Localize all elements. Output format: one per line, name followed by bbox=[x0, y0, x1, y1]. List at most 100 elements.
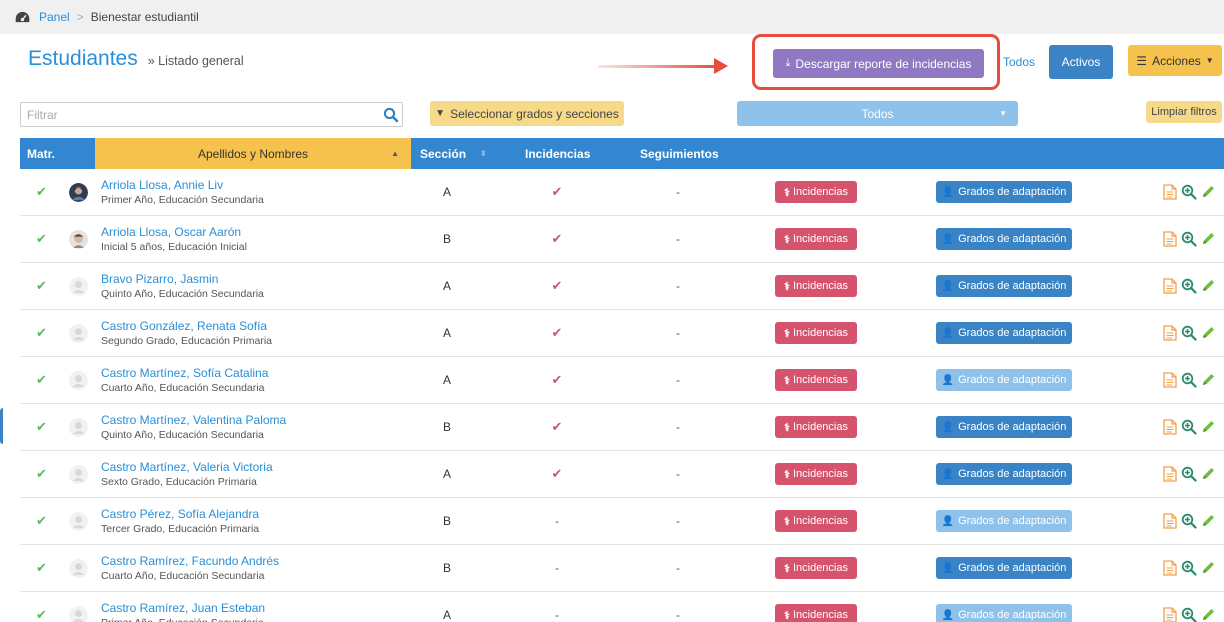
avatar bbox=[69, 357, 88, 403]
document-icon[interactable] bbox=[1162, 184, 1178, 200]
student-cell: Arriola Llosa, Oscar Aarón Inicial 5 años… bbox=[101, 216, 247, 262]
zoom-in-icon[interactable] bbox=[1181, 560, 1197, 576]
zoom-in-icon[interactable] bbox=[1181, 325, 1197, 341]
grados-adaptacion-button[interactable]: 👤 Grados de adaptación bbox=[936, 228, 1072, 250]
grados-adaptacion-button[interactable]: 👤 Grados de adaptación bbox=[936, 463, 1072, 485]
incidencias-button-label: Incidencias bbox=[792, 186, 848, 198]
zoom-in-icon[interactable] bbox=[1181, 372, 1197, 388]
column-header-seguimientos[interactable]: Seguimientos bbox=[640, 138, 740, 169]
grados-adaptacion-button[interactable]: 👤 Grados de adaptación bbox=[936, 510, 1072, 532]
incidencias-button[interactable]: ⚕ Incidencias bbox=[775, 557, 857, 579]
search-icon[interactable] bbox=[383, 107, 399, 123]
student-name-link[interactable]: Castro Ramírez, Facundo Andrés bbox=[101, 553, 279, 569]
activos-button[interactable]: Activos bbox=[1049, 45, 1113, 79]
incidencias-button[interactable]: ⚕ Incidencias bbox=[775, 275, 857, 297]
incidencias-check-icon: ✔ bbox=[551, 419, 563, 434]
student-name-link[interactable]: Castro González, Renata Sofía bbox=[101, 318, 267, 334]
zoom-in-icon[interactable] bbox=[1181, 231, 1197, 247]
download-report-button[interactable]: ⤓ Descargar reporte de incidencias bbox=[773, 49, 984, 78]
incidencias-button[interactable]: ⚕ Incidencias bbox=[775, 463, 857, 485]
pencil-icon[interactable] bbox=[1200, 184, 1216, 200]
column-header-nombre[interactable]: Apellidos y Nombres ▲ bbox=[95, 138, 411, 169]
pencil-icon[interactable] bbox=[1200, 325, 1216, 341]
grados-adaptacion-button[interactable]: 👤 Grados de adaptación bbox=[936, 181, 1072, 203]
document-icon[interactable] bbox=[1162, 560, 1178, 576]
student-name-link[interactable]: Castro Martínez, Sofía Catalina bbox=[101, 365, 268, 381]
search-field bbox=[20, 102, 403, 127]
incidencias-check-icon: ✔ bbox=[551, 184, 563, 199]
table-header: Matr. Apellidos y Nombres ▲ Sección ⬍ In… bbox=[20, 138, 1224, 169]
zoom-in-icon[interactable] bbox=[1181, 607, 1197, 622]
grados-adaptacion-button[interactable]: 👤 Grados de adaptación bbox=[936, 557, 1072, 579]
acciones-dropdown-button[interactable]: ☰ Acciones ▼ bbox=[1128, 45, 1222, 76]
column-header-seccion[interactable]: Sección ⬍ bbox=[420, 138, 490, 169]
student-name-link[interactable]: Arriola Llosa, Annie Liv bbox=[101, 177, 223, 193]
incidencias-check-icon: ✔ bbox=[551, 278, 563, 293]
student-cell: Castro Pérez, Sofía Alejandra Tercer Grad… bbox=[101, 498, 259, 544]
annotation-arrow-line bbox=[598, 65, 718, 68]
pencil-icon[interactable] bbox=[1200, 607, 1216, 622]
incident-icon: ⚕ bbox=[784, 515, 790, 528]
incidencias-button[interactable]: ⚕ Incidencias bbox=[775, 416, 857, 438]
student-name-link[interactable]: Bravo Pizarro, Jasmin bbox=[101, 271, 218, 287]
document-icon[interactable] bbox=[1162, 466, 1178, 482]
breadcrumb-link-panel[interactable]: Panel bbox=[39, 10, 70, 24]
grados-adaptacion-button[interactable]: 👤 Grados de adaptación bbox=[936, 369, 1072, 391]
document-icon[interactable] bbox=[1162, 278, 1178, 294]
student-name-link[interactable]: Castro Martínez, Valeria Victoria bbox=[101, 459, 273, 475]
column-header-incidencias[interactable]: Incidencias bbox=[525, 138, 625, 169]
pencil-icon[interactable] bbox=[1200, 372, 1216, 388]
annotation-arrow-head bbox=[714, 58, 728, 74]
document-icon[interactable] bbox=[1162, 325, 1178, 341]
student-grade: Inicial 5 años, Educación Inicial bbox=[101, 240, 247, 253]
avatar bbox=[69, 545, 88, 591]
document-icon[interactable] bbox=[1162, 419, 1178, 435]
pencil-icon[interactable] bbox=[1200, 278, 1216, 294]
student-name-link[interactable]: Castro Pérez, Sofía Alejandra bbox=[101, 506, 259, 522]
incidencias-button-label: Incidencias bbox=[792, 327, 848, 339]
pencil-icon[interactable] bbox=[1200, 466, 1216, 482]
search-input[interactable] bbox=[21, 103, 361, 126]
zoom-in-icon[interactable] bbox=[1181, 278, 1197, 294]
incidencias-button[interactable]: ⚕ Incidencias bbox=[775, 604, 857, 622]
incidencias-button[interactable]: ⚕ Incidencias bbox=[775, 510, 857, 532]
incidencias-button[interactable]: ⚕ Incidencias bbox=[775, 369, 857, 391]
student-grade: Quinto Año, Educación Secundaria bbox=[101, 428, 264, 441]
table-row: ✔ Arriola Llosa, Annie Liv Primer Año, Edu… bbox=[20, 169, 1224, 216]
incidencias-button[interactable]: ⚕ Incidencias bbox=[775, 228, 857, 250]
avatar bbox=[69, 263, 88, 309]
status-dropdown[interactable]: Todos ▼ bbox=[737, 101, 1018, 126]
select-grades-button[interactable]: ▼ Seleccionar grados y secciones bbox=[430, 101, 624, 126]
zoom-in-icon[interactable] bbox=[1181, 466, 1197, 482]
row-actions bbox=[1162, 404, 1216, 450]
document-icon[interactable] bbox=[1162, 513, 1178, 529]
table-row: ✔ Castro Martínez, Valeria Victoria Sexto … bbox=[20, 451, 1224, 498]
incidencias-button-label: Incidencias bbox=[792, 233, 848, 245]
grados-adaptacion-button[interactable]: 👤 Grados de adaptación bbox=[936, 416, 1072, 438]
pencil-icon[interactable] bbox=[1200, 560, 1216, 576]
zoom-in-icon[interactable] bbox=[1181, 513, 1197, 529]
zoom-in-icon[interactable] bbox=[1181, 419, 1197, 435]
grados-adaptacion-button[interactable]: 👤 Grados de adaptación bbox=[936, 275, 1072, 297]
pencil-icon[interactable] bbox=[1200, 419, 1216, 435]
pencil-icon[interactable] bbox=[1200, 513, 1216, 529]
todos-link[interactable]: Todos bbox=[1003, 55, 1035, 69]
student-name-link[interactable]: Castro Ramírez, Juan Esteban bbox=[101, 600, 265, 616]
enrolled-check-icon: ✔ bbox=[36, 184, 47, 199]
clear-filters-button[interactable]: Limpiar filtros bbox=[1146, 101, 1222, 123]
dashboard-icon[interactable] bbox=[14, 10, 31, 24]
student-name-link[interactable]: Castro Martínez, Valentina Paloma bbox=[101, 412, 286, 428]
grados-adaptacion-button[interactable]: 👤 Grados de adaptación bbox=[936, 604, 1072, 622]
zoom-in-icon[interactable] bbox=[1181, 184, 1197, 200]
pencil-icon[interactable] bbox=[1200, 231, 1216, 247]
grados-adaptacion-button[interactable]: 👤 Grados de adaptación bbox=[936, 322, 1072, 344]
document-icon[interactable] bbox=[1162, 372, 1178, 388]
user-icon: 👤 bbox=[941, 374, 955, 386]
student-name-link[interactable]: Arriola Llosa, Oscar Aarón bbox=[101, 224, 241, 240]
document-icon[interactable] bbox=[1162, 607, 1178, 622]
incidencias-button[interactable]: ⚕ Incidencias bbox=[775, 181, 857, 203]
incidencias-button-label: Incidencias bbox=[792, 280, 848, 292]
document-icon[interactable] bbox=[1162, 231, 1178, 247]
column-header-matr[interactable]: Matr. bbox=[20, 138, 95, 169]
incidencias-button[interactable]: ⚕ Incidencias bbox=[775, 322, 857, 344]
